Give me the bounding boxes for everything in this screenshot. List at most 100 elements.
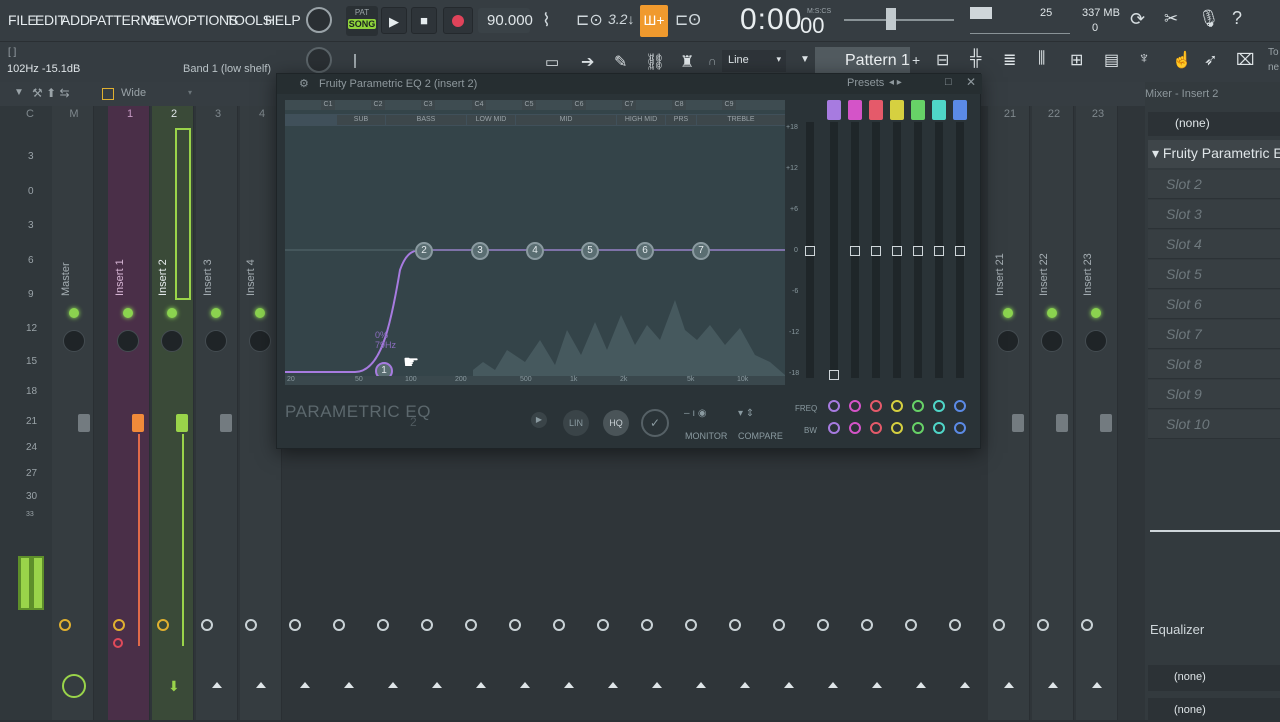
- microphone-icon[interactable]: 🎙: [1198, 9, 1220, 29]
- loop-record-icon[interactable]: ⊏ʘ: [675, 10, 701, 30]
- send-arrow-icon[interactable]: [872, 682, 882, 688]
- route-icon[interactable]: [421, 619, 433, 631]
- metronome-icon[interactable]: ⌇: [542, 10, 551, 31]
- route-arrow-icon[interactable]: ⬇: [168, 678, 180, 695]
- send-arrow-icon[interactable]: [564, 682, 574, 688]
- route-icon[interactable]: [113, 638, 123, 648]
- band-gain-slider[interactable]: [871, 122, 881, 378]
- pan-knob[interactable]: [205, 330, 227, 352]
- volume-fader[interactable]: [220, 414, 232, 432]
- route-icon[interactable]: [993, 619, 1005, 631]
- band-gain-slider[interactable]: [934, 122, 944, 378]
- bw-knob[interactable]: [870, 422, 882, 434]
- pan-knob[interactable]: [1085, 330, 1107, 352]
- band-type-button[interactable]: [932, 100, 946, 120]
- freq-bw-knobs[interactable]: [826, 398, 976, 438]
- band-type-button[interactable]: [827, 100, 841, 120]
- stamp-icon[interactable]: ♜: [680, 52, 694, 72]
- send-arrow-icon[interactable]: [432, 682, 442, 688]
- send-arrow-icon[interactable]: [212, 682, 222, 688]
- effect-slot[interactable]: Slot 4: [1148, 230, 1280, 259]
- refresh-icon[interactable]: ⟳: [1130, 9, 1145, 30]
- menu-view[interactable]: VIEW: [143, 12, 178, 28]
- menu-add[interactable]: ADD: [61, 12, 90, 28]
- countdown-icon[interactable]: 3.2↓: [608, 11, 634, 27]
- route-icon[interactable]: [597, 619, 609, 631]
- band-gain-slider[interactable]: [913, 122, 923, 378]
- mute-led[interactable]: [1003, 308, 1013, 318]
- record-button[interactable]: [443, 7, 473, 34]
- mixer-tools-icon[interactable]: ⚒ ⬆ ⇆: [32, 86, 70, 100]
- menu-help[interactable]: HELP: [265, 12, 301, 28]
- volume-fader[interactable]: [176, 414, 188, 432]
- draw-tool-icon[interactable]: ✎: [614, 52, 627, 72]
- send-arrow-icon[interactable]: [520, 682, 530, 688]
- detach-icon[interactable]: □: [945, 76, 952, 88]
- menu-file[interactable]: FILE: [8, 12, 37, 28]
- freq-knob[interactable]: [849, 400, 861, 412]
- channel-rack-icon[interactable]: ╬: [970, 50, 981, 68]
- magnet-icon[interactable]: ∩: [708, 54, 717, 68]
- step-edit-button[interactable]: Ш+: [640, 5, 668, 37]
- pattern-selector[interactable]: Pattern 1: [815, 47, 910, 75]
- effect-slot[interactable]: Slot 10: [1148, 410, 1280, 439]
- eq-band-handle[interactable]: 7: [692, 242, 710, 260]
- volume-fader[interactable]: [78, 414, 90, 432]
- send-arrow-icon[interactable]: [476, 682, 486, 688]
- volume-fader[interactable]: [1012, 414, 1024, 432]
- mixer-view-icon[interactable]: [102, 88, 114, 100]
- effect-slot[interactable]: Slot 8: [1148, 350, 1280, 379]
- volume-fader[interactable]: [1100, 414, 1112, 432]
- route-icon[interactable]: [685, 619, 697, 631]
- route-icon[interactable]: [289, 619, 301, 631]
- bw-knob[interactable]: [828, 422, 840, 434]
- preset-nav-icon[interactable]: ◂ ▸: [889, 77, 902, 88]
- bw-knob[interactable]: [891, 422, 903, 434]
- band-type-button[interactable]: [911, 100, 925, 120]
- compare-controls-icon[interactable]: ▾ ⇕: [738, 408, 754, 419]
- pan-knob[interactable]: [117, 330, 139, 352]
- route-icon[interactable]: [113, 619, 125, 631]
- mute-led[interactable]: [167, 308, 177, 318]
- output-select-2[interactable]: (none): [1148, 698, 1280, 722]
- route-icon[interactable]: [1037, 619, 1049, 631]
- monitor-controls-icon[interactable]: – ı ◉: [684, 408, 707, 419]
- band-type-button[interactable]: [848, 100, 862, 120]
- route-icon[interactable]: [861, 619, 873, 631]
- route-icon[interactable]: [245, 619, 257, 631]
- route-icon[interactable]: [377, 619, 389, 631]
- pan-knob[interactable]: [249, 330, 271, 352]
- pat-song-toggle[interactable]: PAT SONG: [346, 6, 378, 36]
- presets-label[interactable]: Presets: [847, 77, 884, 89]
- send-arrow-icon[interactable]: [696, 682, 706, 688]
- band-gain-slider[interactable]: [892, 122, 902, 378]
- send-arrow-icon[interactable]: [256, 682, 266, 688]
- send-arrow-icon[interactable]: [784, 682, 794, 688]
- route-icon[interactable]: [817, 619, 829, 631]
- play-button[interactable]: ▶: [381, 7, 407, 34]
- mixer-icon[interactable]: ≣: [1003, 50, 1016, 70]
- effect-slot[interactable]: Slot 2: [1148, 170, 1280, 199]
- volume-fader[interactable]: [132, 414, 144, 432]
- freq-knob[interactable]: [870, 400, 882, 412]
- bw-knob[interactable]: [954, 422, 966, 434]
- pattern-menu-icon[interactable]: ▼: [800, 54, 810, 65]
- route-icon[interactable]: [201, 619, 213, 631]
- route-icon[interactable]: [773, 619, 785, 631]
- freq-knob[interactable]: [954, 400, 966, 412]
- send-arrow-icon[interactable]: [740, 682, 750, 688]
- effect-slot[interactable]: Slot 9: [1148, 380, 1280, 409]
- freq-knob[interactable]: [828, 400, 840, 412]
- song-time-display[interactable]: 0:00: [740, 3, 802, 37]
- freq-knob[interactable]: [912, 400, 924, 412]
- shop-icon[interactable]: ⌧: [1236, 50, 1254, 70]
- tools-icon[interactable]: ✂: [1164, 9, 1178, 29]
- share-icon[interactable]: ➶: [1204, 50, 1217, 70]
- freq-knob[interactable]: [933, 400, 945, 412]
- route-icon[interactable]: [465, 619, 477, 631]
- compare-check-button[interactable]: ✓: [641, 409, 669, 437]
- wait-record-icon[interactable]: ⊏⊙: [576, 10, 603, 30]
- band-gain-slider[interactable]: [829, 122, 839, 380]
- effect-slot[interactable]: Slot 3: [1148, 200, 1280, 229]
- send-arrow-icon[interactable]: [344, 682, 354, 688]
